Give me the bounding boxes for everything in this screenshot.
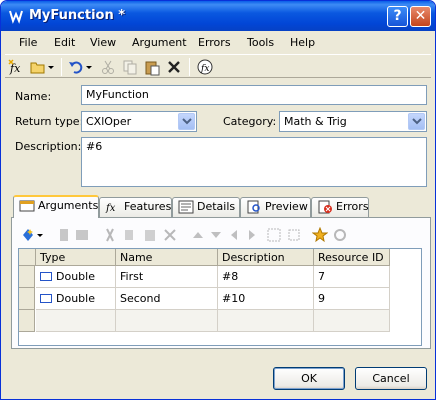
description-label: Description: (15, 140, 82, 153)
new-row-cell[interactable] (314, 310, 390, 332)
paste-icon[interactable] (143, 58, 161, 76)
new-row-cell[interactable] (218, 310, 314, 332)
function-icon: fx (105, 203, 116, 214)
move-down-icon[interactable] (208, 227, 224, 243)
grid-corner (19, 249, 36, 266)
new-row-cell[interactable] (116, 310, 218, 332)
cut-icon[interactable] (99, 58, 117, 76)
main-toolbar: fx fx (5, 54, 431, 78)
add-dropdown-icon[interactable] (36, 227, 44, 243)
delete-icon[interactable] (165, 58, 183, 76)
tab-label: Features (124, 200, 172, 213)
function-editor-window: MyFunction * ? ✕ File Edit View Argument… (0, 0, 436, 400)
tab-features[interactable]: fx Features (99, 197, 172, 217)
help-button[interactable]: ? (387, 6, 408, 27)
window-title: MyFunction * (29, 8, 126, 23)
tab-strip: Arguments fx Features Details Preview Er… (11, 195, 431, 218)
settings-icon[interactable] (332, 227, 348, 243)
tab-label: Errors (336, 200, 369, 213)
table-cell-type[interactable]: Double (36, 288, 116, 310)
paste-icon[interactable] (142, 227, 158, 243)
tab-arguments[interactable]: Arguments (13, 195, 99, 218)
tab-errors[interactable]: Errors (311, 197, 369, 217)
column-icon[interactable] (56, 227, 72, 243)
new-function-icon[interactable]: fx (7, 58, 25, 76)
category-value: Math & Trig (284, 115, 347, 128)
table-cell-resource-id[interactable]: 7 (314, 266, 390, 288)
tab-details[interactable]: Details (172, 197, 240, 217)
move-left-icon[interactable] (226, 227, 242, 243)
copy-icon[interactable] (121, 58, 139, 76)
tab-label: Preview (265, 200, 308, 213)
preview-icon (247, 200, 260, 214)
table-cell-description[interactable]: #10 (218, 288, 314, 310)
undo-icon[interactable] (67, 58, 85, 76)
table-cell-description[interactable]: #8 (218, 266, 314, 288)
menu-errors[interactable]: Errors (198, 36, 231, 49)
menu-argument[interactable]: Argument (132, 36, 187, 49)
ok-button[interactable]: OK (273, 367, 345, 390)
menu-edit[interactable]: Edit (54, 36, 75, 49)
double-type-icon (40, 272, 52, 281)
arguments-icon (19, 200, 35, 212)
select-all-icon[interactable] (266, 227, 282, 243)
svg-text:fx: fx (9, 62, 21, 75)
open-dropdown-icon[interactable] (47, 58, 55, 76)
wizard-star-icon[interactable] (312, 227, 328, 243)
move-up-icon[interactable] (190, 227, 206, 243)
cancel-button[interactable]: Cancel (355, 367, 427, 390)
return-type-select[interactable]: CXlOper (81, 111, 197, 132)
arguments-grid[interactable]: Type Name Description Resource ID Double… (18, 248, 422, 346)
menu-file[interactable]: File (19, 36, 37, 49)
function-icon[interactable]: fx (196, 58, 214, 76)
category-label: Category: (223, 115, 277, 128)
table-cell-name[interactable]: First (116, 266, 218, 288)
cut-icon[interactable] (102, 227, 118, 243)
double-type-icon (40, 294, 52, 303)
column-header-resource-id[interactable]: Resource ID (314, 249, 390, 266)
name-input[interactable]: MyFunction (81, 85, 427, 105)
menu-help[interactable]: Help (290, 36, 315, 49)
table-cell-resource-id[interactable]: 9 (314, 288, 390, 310)
copy-icon[interactable] (122, 227, 138, 243)
svg-text:fx: fx (200, 64, 209, 74)
name-label: Name: (15, 90, 52, 103)
undo-dropdown-icon[interactable] (85, 58, 93, 76)
tab-preview[interactable]: Preview (240, 197, 311, 217)
column-header-description[interactable]: Description (218, 249, 314, 266)
menu-tools[interactable]: Tools (247, 36, 274, 49)
category-select[interactable]: Math & Trig (279, 111, 427, 132)
chevron-down-icon[interactable] (408, 113, 425, 130)
delete-icon[interactable] (162, 227, 178, 243)
row-header[interactable] (19, 288, 35, 310)
function-wizard-icon (9, 10, 23, 24)
details-icon (178, 200, 194, 214)
description-textarea[interactable]: #6 (81, 137, 427, 187)
new-row-header[interactable] (19, 310, 35, 332)
svg-text:fx: fx (105, 203, 116, 214)
table-cell-name[interactable]: Second (116, 288, 218, 310)
tab-label: Arguments (38, 199, 99, 212)
chevron-down-icon[interactable] (178, 113, 195, 130)
return-type-value: CXlOper (86, 115, 132, 128)
open-folder-icon[interactable] (29, 58, 47, 76)
new-row-cell[interactable] (36, 310, 116, 332)
grid-toolbar (18, 224, 422, 246)
properties-icon[interactable] (74, 227, 90, 243)
tab-label: Details (197, 200, 236, 213)
select-range-icon[interactable] (286, 227, 302, 243)
column-header-name[interactable]: Name (116, 249, 218, 266)
title-bar[interactable]: MyFunction * ? ✕ (1, 1, 435, 31)
menu-bar: File Edit View Argument Errors Tools Hel… (1, 31, 435, 53)
return-type-label: Return type: (15, 115, 84, 128)
move-right-icon[interactable] (244, 227, 260, 243)
table-cell-type[interactable]: Double (36, 266, 116, 288)
close-button[interactable]: ✕ (410, 6, 431, 27)
errors-icon (318, 200, 332, 214)
arguments-panel: Type Name Description Resource ID Double… (11, 217, 431, 349)
column-header-type[interactable]: Type (36, 249, 116, 266)
add-argument-icon[interactable] (20, 227, 36, 243)
row-header[interactable] (19, 266, 35, 288)
menu-view[interactable]: View (90, 36, 116, 49)
